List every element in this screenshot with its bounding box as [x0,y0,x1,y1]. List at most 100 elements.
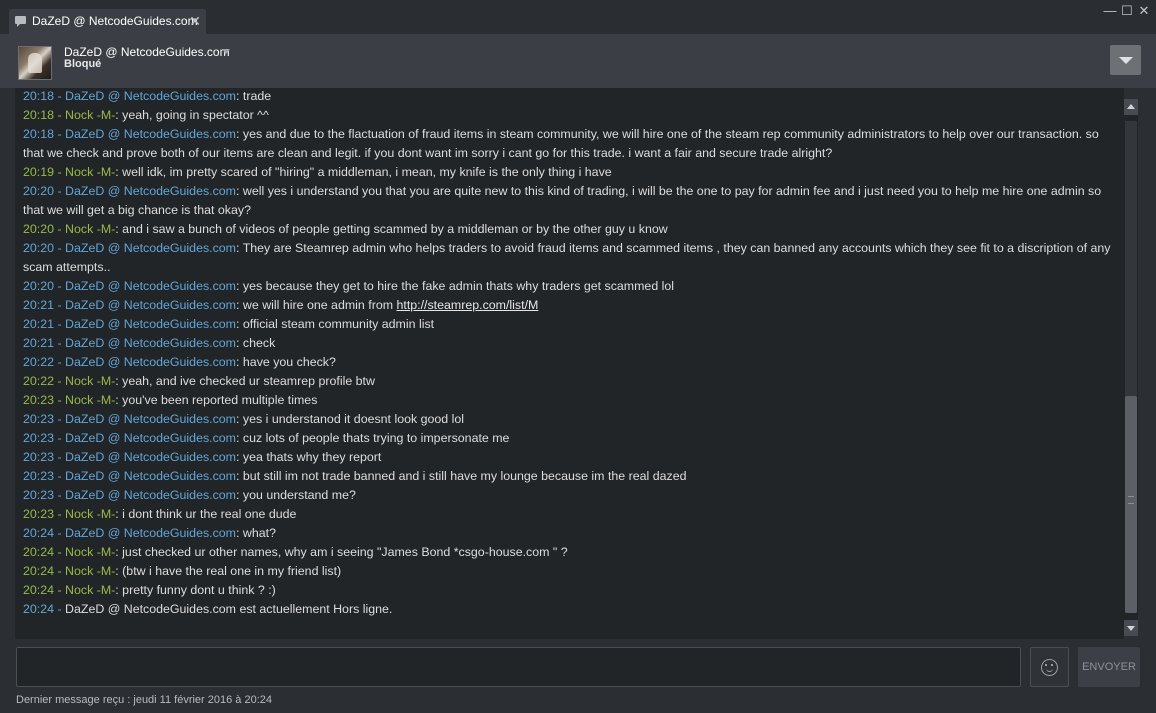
message-text: i dont think ur the real one dude [122,507,297,521]
message-sender[interactable]: Nock -M- [65,564,115,578]
message-sender[interactable]: Nock -M- [65,222,115,236]
message-sender[interactable]: DaZeD @ NetcodeGuides.com [65,241,236,255]
chat-options-button[interactable] [1110,45,1141,75]
message-timestamp: 20:23 [23,393,55,407]
message-sender[interactable]: Nock -M- [65,374,115,388]
message-text: you've been reported multiple times [122,393,318,407]
message-text: you understand me? [242,488,356,502]
message-sender[interactable]: DaZeD @ NetcodeGuides.com [65,184,236,198]
chat-message: 20:21 - DaZeD @ NetcodeGuides.com: we wi… [23,298,539,312]
message-timestamp: 20:24 [23,564,55,578]
chat-message: 20:23 - DaZeD @ NetcodeGuides.com: cuz l… [23,431,510,445]
message-timestamp: 20:21 [23,317,55,331]
scroll-up-arrow-icon[interactable] [1124,99,1138,115]
tab-title: DaZeD @ NetcodeGuides.com [32,14,198,28]
message-text: (btw i have the real one in my friend li… [122,564,342,578]
last-message-status: Dernier message reçu : jeudi 11 février … [16,694,272,706]
message-sender[interactable]: Nock -M- [65,583,115,597]
message-sender[interactable]: DaZeD @ NetcodeGuides.com [65,431,236,445]
scroll-down-arrow-icon[interactable] [1124,620,1138,636]
send-button[interactable]: ENVOYER [1078,647,1140,687]
message-sender[interactable]: DaZeD @ NetcodeGuides.com [65,526,236,540]
message-text: trade [242,89,272,103]
contact-status: Bloqué [64,58,102,70]
message-timestamp: 20:21 [23,336,55,350]
message-sender[interactable]: DaZeD @ NetcodeGuides.com [65,450,236,464]
contact-name[interactable]: DaZeD @ NetcodeGuides.com [64,45,230,59]
message-sender[interactable]: Nock -M- [65,108,115,122]
maximize-icon[interactable]: ☐ [1118,2,1136,20]
message-sender[interactable]: DaZeD @ NetcodeGuides.com [65,469,236,483]
chat-message: 20:18 - DaZeD @ NetcodeGuides.com: trade [23,89,272,103]
message-sender[interactable]: DaZeD @ NetcodeGuides.com [65,279,236,293]
window-close-icon[interactable]: ✕ [1135,2,1153,20]
message-text: and i saw a bunch of videos of people ge… [122,222,668,236]
chat-log-messages: 20:18 - DaZeD @ NetcodeGuides.com: trade… [23,88,1113,619]
message-timestamp: 20:18 [23,127,55,141]
message-timestamp: 20:20 [23,184,55,198]
chat-message: 20:19 - Nock -M-: well idk, im pretty sc… [23,165,612,179]
message-sender[interactable]: Nock -M- [65,393,115,407]
message-sender[interactable]: DaZeD @ NetcodeGuides.com [65,336,236,350]
message-text: yes i understanod it doesnt look good lo… [242,412,465,426]
chat-message: 20:18 - Nock -M-: yeah, going in spectat… [23,108,269,122]
message-sender[interactable]: DaZeD @ NetcodeGuides.com [65,298,236,312]
message-timestamp: 20:18 [23,89,55,103]
message-timestamp: 20:24 [23,583,55,597]
message-timestamp: 20:23 [23,488,55,502]
message-text: what? [242,526,276,540]
chat-message: 20:23 - Nock -M-: you've been reported m… [23,393,318,407]
message-text: have you check? [242,355,336,369]
chat-message: 20:20 - Nock -M-: and i saw a bunch of v… [23,222,668,236]
chevron-down-icon[interactable] [222,49,230,54]
chat-header: DaZeD @ NetcodeGuides.com Bloqué [0,34,1156,88]
scroll-grip-icon [1128,496,1134,504]
chat-message: 20:23 - DaZeD @ NetcodeGuides.com: you u… [23,488,356,502]
message-timestamp: 20:23 [23,412,55,426]
message-timestamp: 20:22 [23,355,55,369]
chat-message: 20:23 - DaZeD @ NetcodeGuides.com: yes i… [23,412,465,426]
message-text: we will hire one admin from [242,298,397,312]
chat-message: 20:24 - DaZeD @ NetcodeGuides.com: what? [23,526,276,540]
chat-message: 20:24 - Nock -M-: (btw i have the real o… [23,564,342,578]
message-timestamp: 20:23 [23,469,55,483]
message-sender[interactable]: DaZeD @ NetcodeGuides.com [65,127,236,141]
chat-message: 20:23 - DaZeD @ NetcodeGuides.com: yea t… [23,450,382,464]
system-message: 20:24 - DaZeD @ NetcodeGuides.com est ac… [23,602,393,616]
chat-message: 20:20 - DaZeD @ NetcodeGuides.com: well … [23,184,1102,217]
avatar[interactable] [18,46,52,80]
emoji-button[interactable] [1030,647,1069,687]
message-sender[interactable]: DaZeD @ NetcodeGuides.com [65,355,236,369]
message-text: yeah, and ive checked ur steamrep profil… [122,374,375,388]
message-sender[interactable]: Nock -M- [65,165,115,179]
message-sender[interactable]: DaZeD @ NetcodeGuides.com [65,412,236,426]
chat-message: 20:20 - DaZeD @ NetcodeGuides.com: They … [23,241,1111,274]
chat-scrollbar[interactable] [1124,99,1138,636]
message-text: official steam community admin list [242,317,435,331]
message-sender[interactable]: DaZeD @ NetcodeGuides.com [65,89,236,103]
message-timestamp: 20:20 [23,279,55,293]
message-sender[interactable]: DaZeD @ NetcodeGuides.com [65,317,236,331]
chat-message: 20:24 - Nock -M-: just checked ur other … [23,545,568,559]
message-input[interactable] [16,647,1021,687]
message-text: yes because they get to hire the fake ad… [242,279,675,293]
message-text: yeah, going in spectator ^^ [122,108,269,122]
message-timestamp: 20:24 [23,545,55,559]
chat-bubble-icon [15,16,26,27]
chat-message: 20:21 - DaZeD @ NetcodeGuides.com: check [23,336,276,350]
message-timestamp: 20:22 [23,374,55,388]
minimize-icon[interactable]: — [1101,2,1119,20]
chat-message: 20:22 - Nock -M-: yeah, and ive checked … [23,374,375,388]
message-sender[interactable]: DaZeD @ NetcodeGuides.com [65,488,236,502]
message-sender[interactable]: Nock -M- [65,507,115,521]
tab-close-icon[interactable]: ✕ [189,9,201,33]
scroll-thumb[interactable] [1125,396,1137,613]
chat-tab[interactable]: DaZeD @ NetcodeGuides.com ✕ [9,9,206,34]
message-sender[interactable]: Nock -M- [65,545,115,559]
chat-message: 20:18 - DaZeD @ NetcodeGuides.com: yes a… [23,127,1099,160]
message-text: but still im not trade banned and i stil… [242,469,687,483]
message-timestamp: 20:23 [23,507,55,521]
message-link[interactable]: http://steamrep.com/list/M [396,298,538,312]
chat-message: 20:22 - DaZeD @ NetcodeGuides.com: have … [23,355,336,369]
message-timestamp: 20:21 [23,298,55,312]
